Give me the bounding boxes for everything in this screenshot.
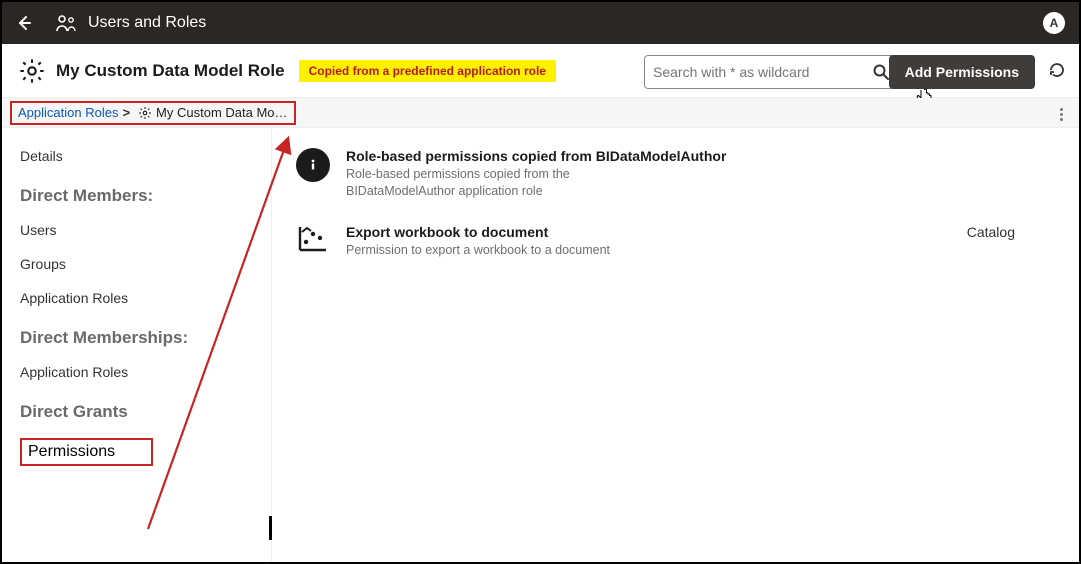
sidebar-section-grants: Direct Grants	[20, 402, 253, 422]
breadcrumb-separator: >	[122, 105, 130, 120]
breadcrumb-current: My Custom Data Mo…	[156, 105, 287, 120]
breadcrumb-annotation-box: Application Roles > My Custom Data Mo…	[10, 101, 296, 125]
sidebar-item-app-roles-members[interactable]: Application Roles	[20, 290, 253, 306]
permission-row[interactable]: Role-based permissions copied from BIDat…	[296, 148, 1055, 200]
search-icon[interactable]	[872, 63, 890, 81]
search-input-wrap[interactable]	[644, 55, 899, 89]
subheader: My Custom Data Model Role Copied from a …	[2, 44, 1079, 98]
refresh-icon	[1048, 61, 1066, 79]
page-title: Users and Roles	[88, 14, 206, 32]
permissions-annotation-box: Permissions	[20, 438, 153, 466]
sidebar-section-memberships: Direct Memberships:	[20, 328, 253, 348]
permission-description: Role-based permissions copied from the B…	[346, 166, 666, 200]
breadcrumb-row: Application Roles > My Custom Data Mo…	[2, 98, 1079, 128]
more-menu-button[interactable]	[1053, 104, 1069, 124]
sidebar-item-details[interactable]: Details	[20, 148, 253, 164]
users-roles-icon	[56, 14, 78, 32]
permission-tag: Catalog	[967, 224, 1055, 240]
arrow-left-icon	[16, 15, 32, 31]
body: Details Direct Members: Users Groups App…	[2, 128, 1079, 562]
gear-icon-small	[138, 106, 152, 120]
sidebar-item-permissions[interactable]: Permissions	[20, 438, 253, 466]
permission-row[interactable]: Export workbook to document Permission t…	[296, 224, 1055, 259]
permission-title: Role-based permissions copied from BIDat…	[346, 148, 726, 164]
permission-description: Permission to export a workbook to a doc…	[346, 242, 610, 259]
refresh-button[interactable]	[1045, 58, 1069, 82]
gear-icon	[18, 57, 46, 85]
content-panel: Role-based permissions copied from BIDat…	[272, 128, 1079, 562]
chart-export-icon	[296, 224, 330, 254]
sidebar-item-users[interactable]: Users	[20, 222, 253, 238]
breadcrumb-root-link[interactable]: Application Roles	[18, 105, 118, 120]
back-button[interactable]	[14, 13, 34, 33]
avatar[interactable]: A	[1043, 12, 1065, 34]
sidebar-section-members: Direct Members:	[20, 186, 253, 206]
add-permissions-button[interactable]: Add Permissions	[889, 55, 1035, 89]
sidebar-item-app-roles-memberships[interactable]: Application Roles	[20, 364, 253, 380]
search-input[interactable]	[653, 64, 872, 80]
sidebar-item-groups[interactable]: Groups	[20, 256, 253, 272]
role-title: My Custom Data Model Role	[56, 61, 285, 81]
permission-title: Export workbook to document	[346, 224, 610, 240]
topbar: Users and Roles A	[2, 2, 1079, 44]
info-icon	[296, 148, 330, 182]
sidebar: Details Direct Members: Users Groups App…	[2, 128, 272, 562]
annotation-highlight: Copied from a predefined application rol…	[299, 60, 556, 82]
